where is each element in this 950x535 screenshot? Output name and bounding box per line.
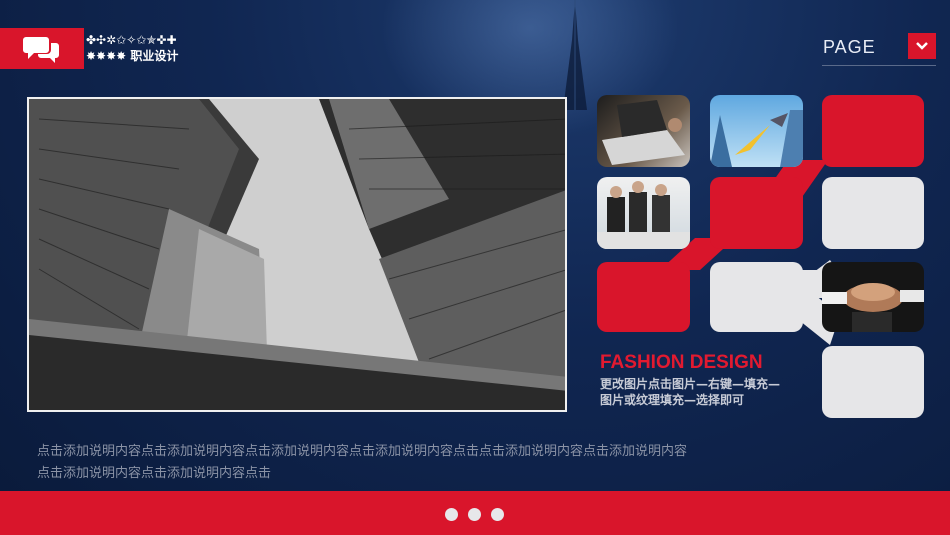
- fashion-description: 更改图片点击图片—右键—填充— 图片或纹理填充—选择即可: [600, 376, 820, 408]
- header-title: ✤✣✲✩✧✩✯✜✚ ✸✸✸✸ 职业设计: [86, 32, 178, 64]
- tile-red-top-right[interactable]: [822, 95, 924, 167]
- speech-bubbles-icon: [23, 36, 59, 63]
- fashion-desc-line1: 更改图片点击图片—右键—填充—: [600, 377, 781, 391]
- handshake-photo: [597, 181, 690, 249]
- fashion-title: FASHION DESIGN: [600, 352, 763, 373]
- tile-gray-right-1[interactable]: [822, 177, 924, 249]
- body-text: 点击添加说明内容点击添加说明内容点击添加说明内容点击添加说明内容点击点击添加说明…: [37, 441, 797, 485]
- pagination-dot-1[interactable]: [445, 508, 458, 521]
- page-divider: [822, 65, 936, 66]
- pagination-dot-2[interactable]: [468, 508, 481, 521]
- fashion-desc-line2: 图片或纹理填充—选择即可: [600, 393, 745, 407]
- header-title-line1: ✤✣✲✩✧✩✯✜✚: [86, 33, 177, 47]
- tile-gray-bottom-right[interactable]: [822, 346, 924, 418]
- tile-photo-teamwork[interactable]: [822, 262, 924, 332]
- tile-photo-sky[interactable]: [710, 95, 803, 167]
- laptop-photo: [602, 100, 685, 165]
- chevron-down-icon: [916, 42, 928, 50]
- header-badge: [0, 28, 84, 69]
- pagination-dot-3[interactable]: [491, 508, 504, 521]
- body-text-line1: 点击添加说明内容点击添加说明内容点击添加说明内容点击添加说明内容点击点击添加说明…: [37, 444, 688, 459]
- page-label: PAGE: [823, 37, 876, 57]
- paper-plane-photo: [710, 110, 803, 167]
- main-photo-buildings[interactable]: [27, 97, 567, 412]
- body-text-line2: 点击添加说明内容点击添加说明内容点击: [37, 466, 272, 481]
- tower-silhouette: [563, 0, 587, 110]
- buildings-illustration: [29, 99, 565, 410]
- page-dropdown-button[interactable]: [908, 33, 936, 59]
- tile-red-left[interactable]: [597, 262, 690, 332]
- teamwork-hands-photo: [822, 283, 924, 332]
- tile-photo-handshake[interactable]: [597, 177, 690, 249]
- tile-photo-laptop[interactable]: [597, 95, 690, 167]
- tile-red-center[interactable]: [710, 177, 803, 249]
- header-title-line2: ✸✸✸✸ 职业设计: [86, 49, 179, 63]
- tile-gray-center[interactable]: [710, 262, 803, 332]
- pagination-dots: [445, 508, 504, 521]
